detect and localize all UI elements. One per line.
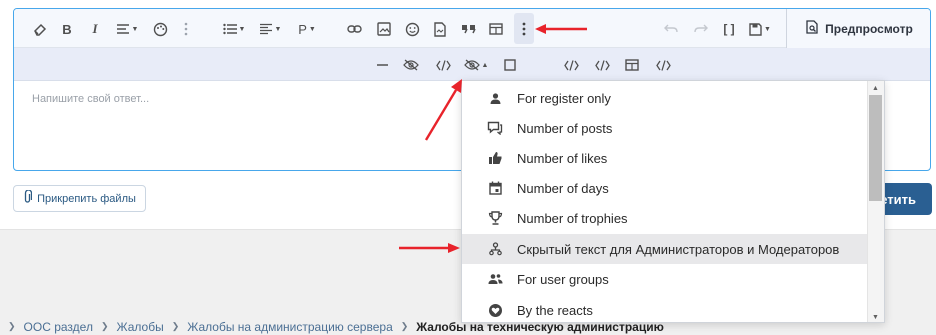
dropdown-item-label: Number of trophies: [517, 210, 628, 226]
image-icon[interactable]: [376, 20, 392, 38]
dropdown-scrollbar[interactable]: ▲ ▼: [867, 81, 884, 322]
html-icon[interactable]: [655, 56, 671, 74]
attach-files-button[interactable]: Прикрепить файлы: [13, 185, 146, 212]
quote-icon[interactable]: [460, 20, 476, 38]
preview-icon: [806, 20, 819, 37]
heart-icon: [486, 301, 504, 319]
user-icon: [486, 89, 504, 107]
eraser-icon[interactable]: [31, 20, 49, 38]
dropdown-item-register-only[interactable]: For register only: [462, 83, 868, 113]
code-inline-icon[interactable]: [563, 56, 579, 74]
breadcrumb-item[interactable]: Жалобы на администрацию сервера: [187, 320, 393, 334]
list-icon[interactable]: ▼: [221, 20, 247, 38]
dropdown-item-days[interactable]: Number of days: [462, 173, 868, 203]
dropdown-item-label: Скрытый текст для Администраторов и Моде…: [517, 241, 840, 257]
attach-files-label: Прикрепить файлы: [37, 192, 136, 205]
scroll-down-icon[interactable]: ▼: [867, 310, 884, 322]
square-icon[interactable]: [503, 56, 517, 74]
dropdown-item-label: Number of likes: [517, 150, 608, 166]
thumbs-up-icon: [486, 149, 504, 167]
dropdown-item-admin-moderators[interactable]: Скрытый текст для Администраторов и Моде…: [462, 234, 868, 264]
hide-icon[interactable]: [403, 56, 419, 74]
breadcrumb-item[interactable]: ООС раздел: [24, 320, 93, 334]
scroll-thumb[interactable]: [869, 95, 882, 201]
preview-label: Предпросмотр: [825, 21, 913, 36]
dropdown-item-user-groups[interactable]: For user groups: [462, 264, 868, 294]
paragraph-icon[interactable]: P ▼: [296, 20, 318, 38]
dropdown-item-posts[interactable]: Number of posts: [462, 113, 868, 143]
dropdown-item-reacts[interactable]: By the reacts: [462, 295, 868, 322]
align-icon[interactable]: ▼: [257, 20, 283, 38]
brackets-icon[interactable]: [ ]: [720, 20, 738, 38]
hide-options-icon[interactable]: ▲: [463, 56, 489, 74]
dropdown-item-label: By the reacts: [517, 302, 593, 318]
code-block-icon[interactable]: [594, 56, 610, 74]
dropdown-item-label: For user groups: [517, 271, 609, 287]
dropdown-item-label: For register only: [517, 90, 611, 106]
smile-icon[interactable]: [404, 20, 420, 38]
trophy-icon: [486, 209, 504, 227]
text-align-icon[interactable]: ▼: [114, 20, 140, 38]
moderator-icon: [486, 240, 504, 258]
more-vertical-icon[interactable]: [514, 13, 534, 44]
horizontal-line-icon[interactable]: [375, 56, 389, 74]
code-icon[interactable]: [435, 56, 451, 74]
preview-button[interactable]: Предпросмотр: [786, 9, 930, 48]
save-icon[interactable]: ▼: [747, 20, 773, 38]
palette-icon[interactable]: [152, 20, 168, 38]
editor-toolbar: B I ▼ ▼ ▼ P ▼ [] ▼ Предпросмотр: [14, 9, 930, 48]
editor-subtoolbar: ▲: [14, 48, 930, 81]
calendar-icon: [486, 179, 504, 197]
dropdown-item-label: Number of days: [517, 180, 609, 196]
dropdown-item-label: Number of posts: [517, 120, 613, 136]
comment-icon: [486, 119, 504, 137]
breadcrumb-item[interactable]: Жалобы: [117, 320, 164, 334]
breadcrumb-separator-icon: ❯: [171, 321, 180, 331]
paperclip-icon: [23, 189, 33, 207]
more-dots-icon[interactable]: [180, 20, 192, 38]
breadcrumb-separator-icon: ❯: [100, 321, 109, 331]
message-placeholder[interactable]: Напишите свой ответ...: [32, 93, 149, 105]
users-icon: [486, 270, 504, 288]
undo-icon[interactable]: [663, 20, 679, 38]
link-icon[interactable]: [346, 20, 362, 38]
file-icon[interactable]: [432, 20, 448, 38]
redo-icon[interactable]: [693, 20, 709, 38]
table-insert-icon[interactable]: [624, 56, 640, 74]
hide-options-dropdown: For register only Number of posts Number…: [461, 80, 885, 323]
paragraph-label: P: [298, 21, 307, 37]
italic-icon[interactable]: I: [89, 20, 101, 38]
dropdown-item-likes[interactable]: Number of likes: [462, 143, 868, 173]
dropdown-item-trophies[interactable]: Number of trophies: [462, 203, 868, 233]
scroll-up-icon[interactable]: ▲: [867, 81, 884, 95]
bold-icon[interactable]: B: [61, 20, 73, 38]
reply-label: етить: [880, 191, 916, 207]
table-icon[interactable]: [488, 20, 504, 38]
breadcrumb-separator-icon: ❯: [8, 321, 16, 331]
breadcrumb-separator-icon: ❯: [400, 321, 409, 331]
